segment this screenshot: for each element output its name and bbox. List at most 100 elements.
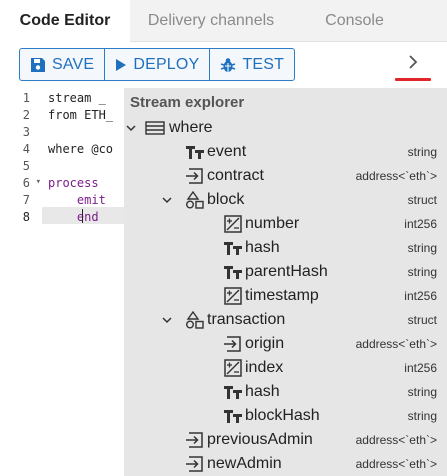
- tab-bar: Code Editor Delivery channels Console: [0, 0, 447, 43]
- tree-node-type: string: [407, 145, 437, 159]
- tree-node-label: number: [245, 215, 300, 232]
- play-icon: [116, 58, 127, 71]
- tree-node-hash[interactable]: hash string: [124, 236, 447, 260]
- line-number-text: 5: [22, 159, 30, 173]
- tree-node-label: timestamp: [245, 287, 319, 304]
- tree-node-label: index: [245, 359, 284, 376]
- tree-node-index[interactable]: index int256: [124, 356, 447, 380]
- tree-node-type: address<`eth`>: [355, 169, 437, 183]
- editor-toolbar: SAVE DEPLOY TEST: [0, 42, 447, 88]
- text-icon: [223, 239, 243, 257]
- tree-node-label: newAdmin: [207, 455, 282, 472]
- text-cursor: [82, 209, 83, 223]
- stream-explorer-title: Stream explorer: [130, 94, 245, 111]
- line-number-text: 6: [22, 176, 30, 190]
- tree-node-previousadmin[interactable]: previousAdmin address<`eth`>: [124, 428, 447, 452]
- code-line: process: [48, 176, 99, 190]
- chevron-down-icon[interactable]: [161, 193, 173, 205]
- line-number: 8: [0, 209, 42, 226]
- line-number: 6 ▾: [0, 175, 42, 192]
- tree-node-label: where: [169, 119, 213, 136]
- tree-node-label: blockHash: [245, 407, 320, 424]
- toggle-explorer-button[interactable]: [400, 50, 430, 76]
- tree-node-number[interactable]: number int256: [124, 212, 447, 236]
- tree-node-label: parentHash: [245, 263, 328, 280]
- fold-toggle-icon[interactable]: ▾: [36, 177, 41, 187]
- line-number: 5: [0, 158, 42, 175]
- tree-node-type: string: [407, 409, 437, 423]
- line-number-text: 3: [22, 125, 30, 139]
- number-icon: [223, 287, 243, 305]
- tree-node-type: string: [407, 241, 437, 255]
- code-line: stream _: [48, 91, 106, 105]
- line-number-text: 2: [22, 108, 30, 122]
- code-line: end: [76, 210, 99, 224]
- stream-explorer-panel: Stream explorer where event string contract…: [124, 88, 447, 476]
- tab-console[interactable]: Console: [292, 0, 417, 42]
- line-number: 3: [0, 124, 42, 141]
- struct-icon: [185, 310, 205, 329]
- chevron-down-icon[interactable]: [125, 121, 137, 133]
- code-area[interactable]: stream _ from ETH_ where @co process emit e…: [42, 88, 124, 476]
- chevron-down-icon[interactable]: [161, 313, 173, 325]
- number-icon: [223, 215, 243, 233]
- line-number-text: 1: [22, 91, 30, 105]
- code-line: from ETH_: [48, 108, 114, 122]
- tree-node-type: address<`eth`>: [355, 337, 437, 351]
- table-icon: [145, 119, 165, 137]
- tree-node-label: hash: [245, 383, 280, 400]
- tree-node-label: origin: [245, 335, 285, 352]
- line-number-text: 7: [22, 193, 30, 207]
- tab-code-editor[interactable]: Code Editor: [0, 0, 130, 43]
- tree-node-block[interactable]: block struct: [124, 188, 447, 212]
- deploy-button[interactable]: DEPLOY: [104, 49, 209, 80]
- tree-node-origin[interactable]: origin address<`eth`>: [124, 332, 447, 356]
- line-number-text: 4: [22, 142, 30, 156]
- active-indicator: [395, 78, 431, 81]
- text-icon: [185, 143, 205, 161]
- address-icon: [223, 335, 243, 353]
- struct-icon: [185, 190, 205, 209]
- save-button[interactable]: SAVE: [20, 49, 104, 80]
- line-number-gutter: 1 2 3 4 5 6 ▾ 7 8: [0, 88, 42, 476]
- tree-node-type: int256: [404, 361, 437, 375]
- tree-node-contract[interactable]: contract address<`eth`>: [124, 164, 447, 188]
- tree-node-label: transaction: [207, 311, 286, 328]
- address-icon: [185, 431, 205, 449]
- action-button-group: SAVE DEPLOY TEST: [19, 48, 296, 81]
- text-icon: [223, 383, 243, 401]
- tree-node-event[interactable]: event string: [124, 140, 447, 164]
- bug-icon: [221, 57, 236, 72]
- line-number-text: 8: [22, 210, 30, 224]
- test-button[interactable]: TEST: [209, 49, 294, 80]
- address-icon: [185, 455, 205, 473]
- address-icon: [185, 167, 205, 185]
- test-button-label: TEST: [242, 55, 285, 73]
- tree-node-hash[interactable]: hash string: [124, 380, 447, 404]
- tree-node-type: address<`eth`>: [355, 457, 437, 471]
- deploy-button-label: DEPLOY: [133, 55, 200, 73]
- tree-node-label: contract: [207, 167, 264, 184]
- line-number: 2: [0, 107, 42, 124]
- code-line: where @co: [48, 142, 114, 156]
- line-number: 1: [0, 90, 42, 107]
- tree-node-newadmin[interactable]: newAdmin address<`eth`>: [124, 452, 447, 476]
- tree-node-parenthash[interactable]: parentHash string: [124, 260, 447, 284]
- tab-delivery-channels[interactable]: Delivery channels: [130, 0, 292, 42]
- tree-node-type: string: [407, 265, 437, 279]
- tree-node-label: event: [207, 143, 247, 160]
- text-icon: [223, 263, 243, 281]
- tree-node-timestamp[interactable]: timestamp int256: [124, 284, 447, 308]
- tree-node-label: previousAdmin: [207, 431, 313, 448]
- number-icon: [223, 359, 243, 377]
- tree-node-blockhash[interactable]: blockHash string: [124, 404, 447, 428]
- tree-node-type: string: [407, 385, 437, 399]
- tree-node-type: address<`eth`>: [355, 433, 437, 447]
- tree-node-type: int256: [404, 289, 437, 303]
- line-number: 4: [0, 141, 42, 158]
- text-icon: [223, 407, 243, 425]
- tree-node-label: hash: [245, 239, 280, 256]
- tree-node-where[interactable]: where: [124, 116, 447, 140]
- floppy-disk-icon: [31, 57, 45, 72]
- tree-node-transaction[interactable]: transaction struct: [124, 308, 447, 332]
